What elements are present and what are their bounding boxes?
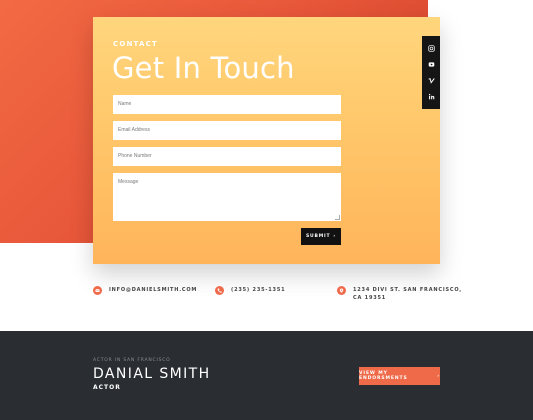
footer-name: DANIAL SMITH (93, 366, 211, 382)
phone-placeholder: Phone Number (118, 153, 152, 159)
footer: ACTOR IN SAN FRANCISCO DANIAL SMITH ACTO… (0, 331, 533, 420)
address: 1234 DIVI ST. SAN FRANCISCO, CA 19351 (353, 286, 462, 302)
social-sidebar (422, 36, 440, 109)
instagram-icon[interactable] (427, 44, 435, 52)
phone-number[interactable]: (235) 235-1351 (231, 286, 285, 294)
message-field[interactable]: Message (113, 173, 341, 221)
submit-button[interactable]: SUBMIT › (301, 228, 341, 245)
mail-icon (93, 286, 102, 295)
email-field[interactable]: Email Address (113, 121, 341, 140)
page-title: Get In Touch (112, 51, 295, 85)
message-placeholder: Message (118, 179, 139, 185)
contact-card: CONTACT Get In Touch Name Email Address … (93, 17, 440, 264)
footer-role: ACTOR (93, 384, 121, 391)
phone-icon (215, 286, 224, 295)
contact-email: INFO@DANIELSMITH.COM (93, 286, 197, 295)
chevron-right-icon: › (333, 234, 336, 239)
contact-address: 1234 DIVI ST. SAN FRANCISCO, CA 19351 (337, 286, 462, 302)
linkedin-icon[interactable] (427, 93, 435, 101)
submit-label: SUBMIT (305, 234, 331, 239)
endorsements-label: VIEW MY ENDORSMENTS (359, 371, 408, 381)
address-line-1: 1234 DIVI ST. SAN FRANCISCO, (353, 287, 462, 293)
location-icon (337, 286, 346, 295)
resize-grip-icon[interactable] (335, 215, 340, 220)
contact-phone: (235) 235-1351 (215, 286, 285, 295)
contact-eyebrow: CONTACT (113, 40, 158, 48)
vimeo-icon[interactable] (427, 77, 435, 85)
name-placeholder: Name (118, 101, 132, 107)
email-placeholder: Email Address (118, 127, 150, 133)
address-line-2: CA 19351 (353, 295, 387, 301)
phone-field[interactable]: Phone Number (113, 147, 341, 166)
email-link[interactable]: INFO@DANIELSMITH.COM (109, 286, 197, 294)
youtube-icon[interactable] (427, 60, 435, 68)
endorsements-button[interactable]: VIEW MY ENDORSMENTS › (359, 367, 440, 385)
chevron-right-icon: › (437, 373, 440, 379)
footer-eyebrow: ACTOR IN SAN FRANCISCO (93, 358, 171, 363)
name-field[interactable]: Name (113, 95, 341, 114)
